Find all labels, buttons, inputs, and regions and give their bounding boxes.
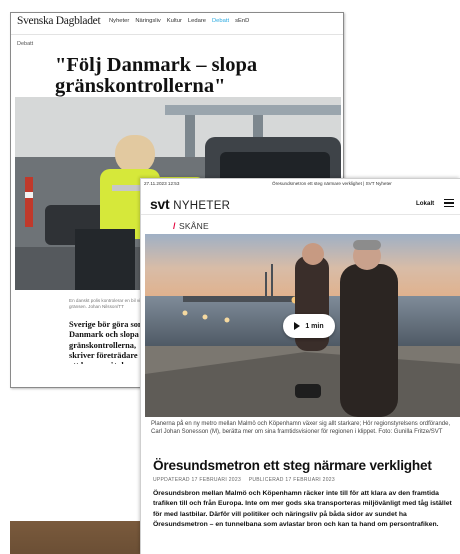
svd-menu-item-naringsliv[interactable]: Näringsliv [135, 18, 160, 24]
svd-navbar: Svenska Dagbladet Nyheter Näringsliv Kul… [11, 13, 343, 35]
region-label[interactable]: SKÅNE [179, 221, 209, 231]
svd-menu-item-kultur[interactable]: Kultur [167, 18, 182, 24]
svt-lede: Öresundsbron mellan Malmö och Köpenhamn … [153, 490, 452, 529]
svd-menu-item-send[interactable]: sEnD [235, 18, 249, 24]
print-date: 27.11.2023 12:53 [144, 181, 180, 186]
hamburger-menu-icon[interactable] [444, 199, 454, 208]
svt-article-card: 27.11.2023 12:53 Öresundsmetron ett steg… [140, 178, 460, 554]
print-header: 27.11.2023 12:53 Öresundsmetron ett steg… [141, 179, 460, 187]
svd-menu-item-debatt[interactable]: Debatt [212, 18, 229, 24]
svt-topbar: svt NYHETER Lokalt [141, 191, 460, 215]
video-play-button[interactable]: 1 min [283, 314, 335, 338]
bottom-photo-strip [10, 521, 144, 554]
svd-menu: Nyheter Näringsliv Kultur Ledare Debatt … [109, 18, 249, 24]
svt-logo-mark: svt [150, 196, 170, 212]
updated-date: UPPDATERAD 17 FEBRUARI 2023 [153, 477, 242, 483]
svt-headline: Öresundsmetron ett steg närmare verkligh… [153, 458, 432, 473]
published-date: PUBLICERAD 17 FEBRUARI 2023 [248, 477, 335, 483]
svd-headline: "Följ Danmark – slopa gränskontrollerna" [55, 54, 258, 97]
play-icon [294, 322, 301, 330]
svt-video-thumbnail[interactable]: 1 min [145, 234, 460, 417]
svd-logo[interactable]: Svenska Dagbladet [17, 15, 101, 27]
lokalt-button[interactable]: Lokalt [416, 200, 434, 207]
svd-menu-item-nyheter[interactable]: Nyheter [109, 18, 129, 24]
svd-section-label[interactable]: Debatt [17, 41, 33, 47]
print-page-title: Öresundsmetron ett steg närmare verkligh… [272, 181, 392, 186]
svd-menu-item-ledare[interactable]: Ledare [188, 18, 206, 24]
article-dates: UPPDATERAD 17 FEBRUARI 2023 PUBLICERAD 1… [153, 477, 341, 483]
region-slash-icon: / [173, 221, 176, 231]
svt-photo-caption: Planerna på en ny metro mellan Malmö och… [151, 421, 451, 435]
svt-nyheter-logo[interactable]: svt NYHETER [150, 196, 230, 212]
video-duration: 1 min [305, 322, 324, 330]
svt-logo-text: NYHETER [173, 200, 231, 212]
